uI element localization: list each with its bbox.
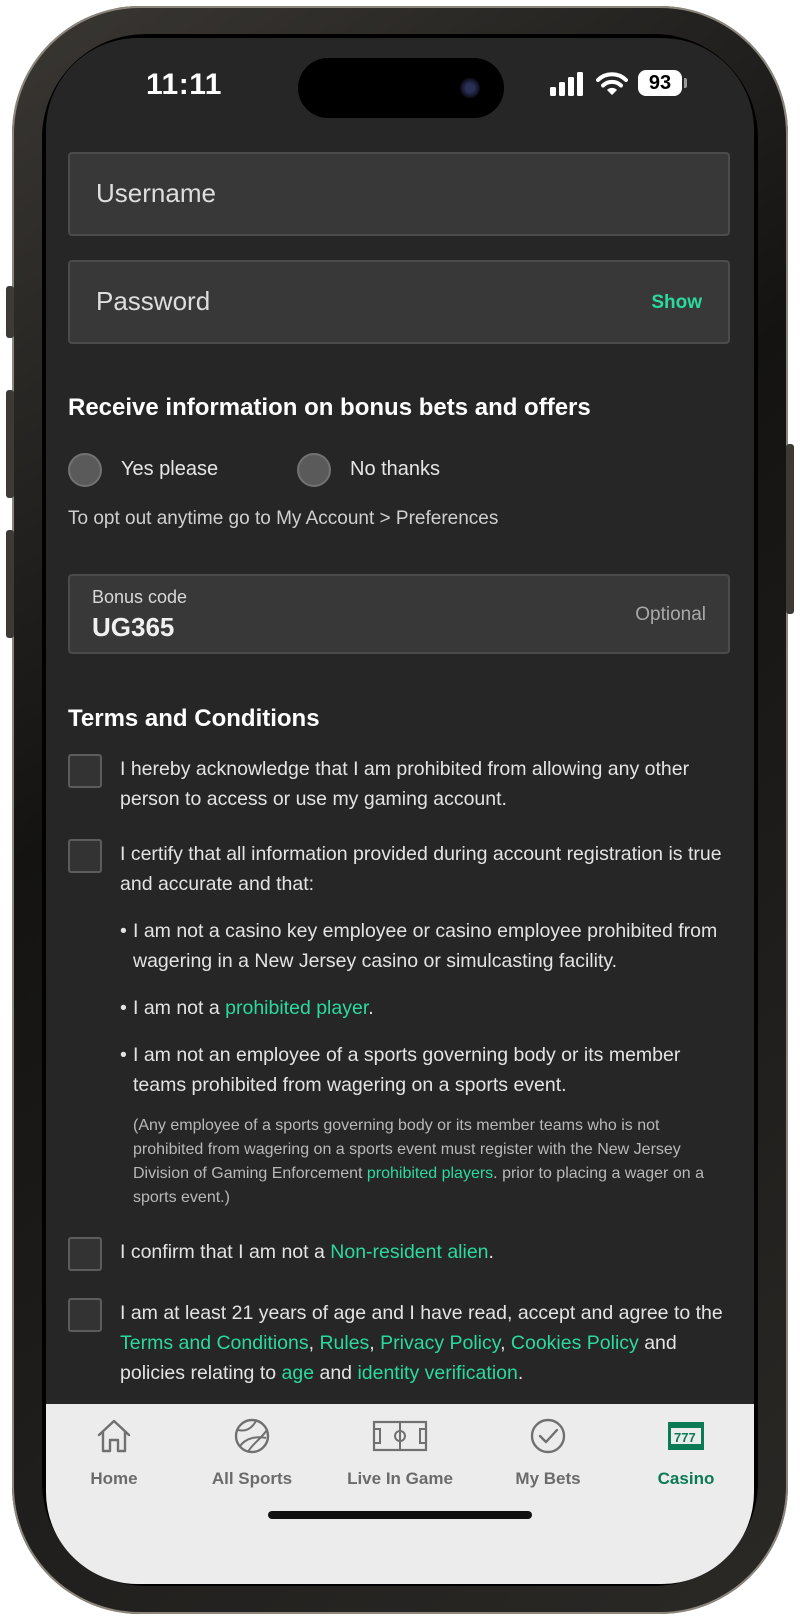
check-circle-icon bbox=[530, 1418, 566, 1454]
volume-down-button bbox=[6, 530, 14, 638]
battery-tip bbox=[684, 78, 687, 88]
tab-live-in-game-label: Live In Game bbox=[347, 1469, 453, 1488]
non-resident-alien-link[interactable]: Non-resident alien bbox=[330, 1241, 488, 1263]
account-access-text: I hereby acknowledge that I am prohibite… bbox=[120, 758, 690, 810]
svg-text:777: 777 bbox=[674, 1430, 696, 1445]
non-resident-text: I confirm that I am not a Non-resident a… bbox=[120, 1237, 730, 1267]
status-bar: 11:11 93 bbox=[46, 38, 754, 138]
bonus-code-label: Bonus code bbox=[92, 587, 188, 607]
yes-please-label[interactable]: Yes please bbox=[121, 458, 218, 481]
comma-3: , bbox=[500, 1332, 511, 1354]
cookies-policy-link[interactable]: Cookies Policy bbox=[511, 1332, 639, 1354]
account-access-checkbox[interactable] bbox=[68, 754, 102, 788]
privacy-policy-link[interactable]: Privacy Policy bbox=[380, 1332, 500, 1354]
tab-all-sports-label: All Sports bbox=[211, 1469, 293, 1488]
slot-machine-icon: 777 bbox=[668, 1422, 704, 1450]
comma-1: , bbox=[308, 1332, 320, 1354]
ball-icon bbox=[234, 1418, 270, 1454]
prohibited-players-link[interactable]: prohibited players bbox=[367, 1165, 493, 1182]
power-button bbox=[786, 444, 794, 614]
age-terms-post: . bbox=[517, 1362, 524, 1384]
tab-my-bets[interactable]: My Bets bbox=[478, 1416, 618, 1489]
camera-icon bbox=[460, 78, 480, 98]
bullet-prohibited-player: I am not a prohibited player. bbox=[120, 993, 730, 1023]
screen: 11:11 93 Username Password Show Receive … bbox=[46, 38, 754, 1584]
action-button bbox=[6, 286, 14, 338]
age-terms-pre: I am at least 21 years of age and I have… bbox=[120, 1302, 723, 1324]
non-resident-checkbox[interactable] bbox=[68, 1237, 102, 1271]
age-terms-checkbox[interactable] bbox=[68, 1298, 102, 1332]
home-icon bbox=[97, 1419, 131, 1453]
no-thanks-radio[interactable] bbox=[297, 453, 331, 487]
sports-employee-note: (Any employee of a sports governing body… bbox=[133, 1114, 733, 1210]
bullet-casino-employee: I am not a casino key employee or casino… bbox=[120, 916, 730, 976]
tab-casino[interactable]: 777 Casino bbox=[616, 1416, 754, 1489]
offers-heading: Receive information on bonus bets and of… bbox=[68, 394, 591, 421]
age-link[interactable]: age bbox=[282, 1362, 315, 1384]
prohibited-player-link[interactable]: prohibited player bbox=[225, 997, 368, 1019]
non-resident-post: . bbox=[488, 1241, 494, 1263]
tab-all-sports[interactable]: All Sports bbox=[182, 1416, 322, 1489]
opt-out-note: To opt out anytime go to My Account > Pr… bbox=[68, 508, 499, 529]
rules-link[interactable]: Rules bbox=[319, 1332, 369, 1354]
comma-2: , bbox=[369, 1332, 381, 1354]
no-thanks-label[interactable]: No thanks bbox=[350, 458, 440, 481]
bullet-prohibited-player-pre: I am not a bbox=[133, 997, 226, 1019]
password-field[interactable]: Password Show bbox=[68, 260, 730, 344]
non-resident-pre: I confirm that I am not a bbox=[120, 1241, 331, 1263]
dynamic-island bbox=[298, 58, 504, 118]
tab-home[interactable]: Home bbox=[46, 1416, 184, 1489]
age-terms-text: I am at least 21 years of age and I have… bbox=[120, 1298, 730, 1388]
tab-home-label: Home bbox=[90, 1469, 138, 1488]
bullet-prohibited-player-post: . bbox=[368, 997, 374, 1019]
certify-text: I certify that all information provided … bbox=[120, 843, 722, 895]
identity-verification-link[interactable]: identity verification bbox=[357, 1362, 517, 1384]
tab-my-bets-label: My Bets bbox=[515, 1469, 581, 1488]
bottom-tab-bar: Home All Sports Live In Game My Bets 777… bbox=[46, 1404, 754, 1584]
password-placeholder: Password bbox=[96, 286, 211, 316]
status-time: 11:11 bbox=[146, 68, 222, 101]
battery-icon: 93 bbox=[638, 70, 682, 96]
and-word: and bbox=[314, 1362, 358, 1384]
bonus-code-field[interactable]: Bonus code UG365 Optional bbox=[68, 574, 730, 654]
volume-up-button bbox=[6, 390, 14, 498]
bonus-code-value: UG365 bbox=[92, 612, 175, 642]
terms-heading: Terms and Conditions bbox=[68, 705, 320, 732]
pitch-icon bbox=[372, 1420, 428, 1452]
home-indicator[interactable] bbox=[268, 1511, 532, 1519]
username-placeholder: Username bbox=[96, 178, 216, 208]
cellular-signal-icon bbox=[550, 72, 583, 96]
username-field[interactable]: Username bbox=[68, 152, 730, 236]
optional-label: Optional bbox=[635, 604, 706, 625]
certify-checkbox[interactable] bbox=[68, 839, 102, 873]
terms-and-conditions-link[interactable]: Terms and Conditions bbox=[120, 1332, 309, 1354]
show-password-button[interactable]: Show bbox=[651, 292, 702, 314]
wifi-icon bbox=[596, 72, 628, 95]
yes-please-radio[interactable] bbox=[68, 453, 102, 487]
bullet-sports-employee: I am not an employee of a sports governi… bbox=[120, 1040, 730, 1100]
tab-casino-label: Casino bbox=[657, 1469, 715, 1488]
tab-live-in-game[interactable]: Live In Game bbox=[320, 1416, 480, 1489]
battery-level: 93 bbox=[648, 72, 672, 94]
